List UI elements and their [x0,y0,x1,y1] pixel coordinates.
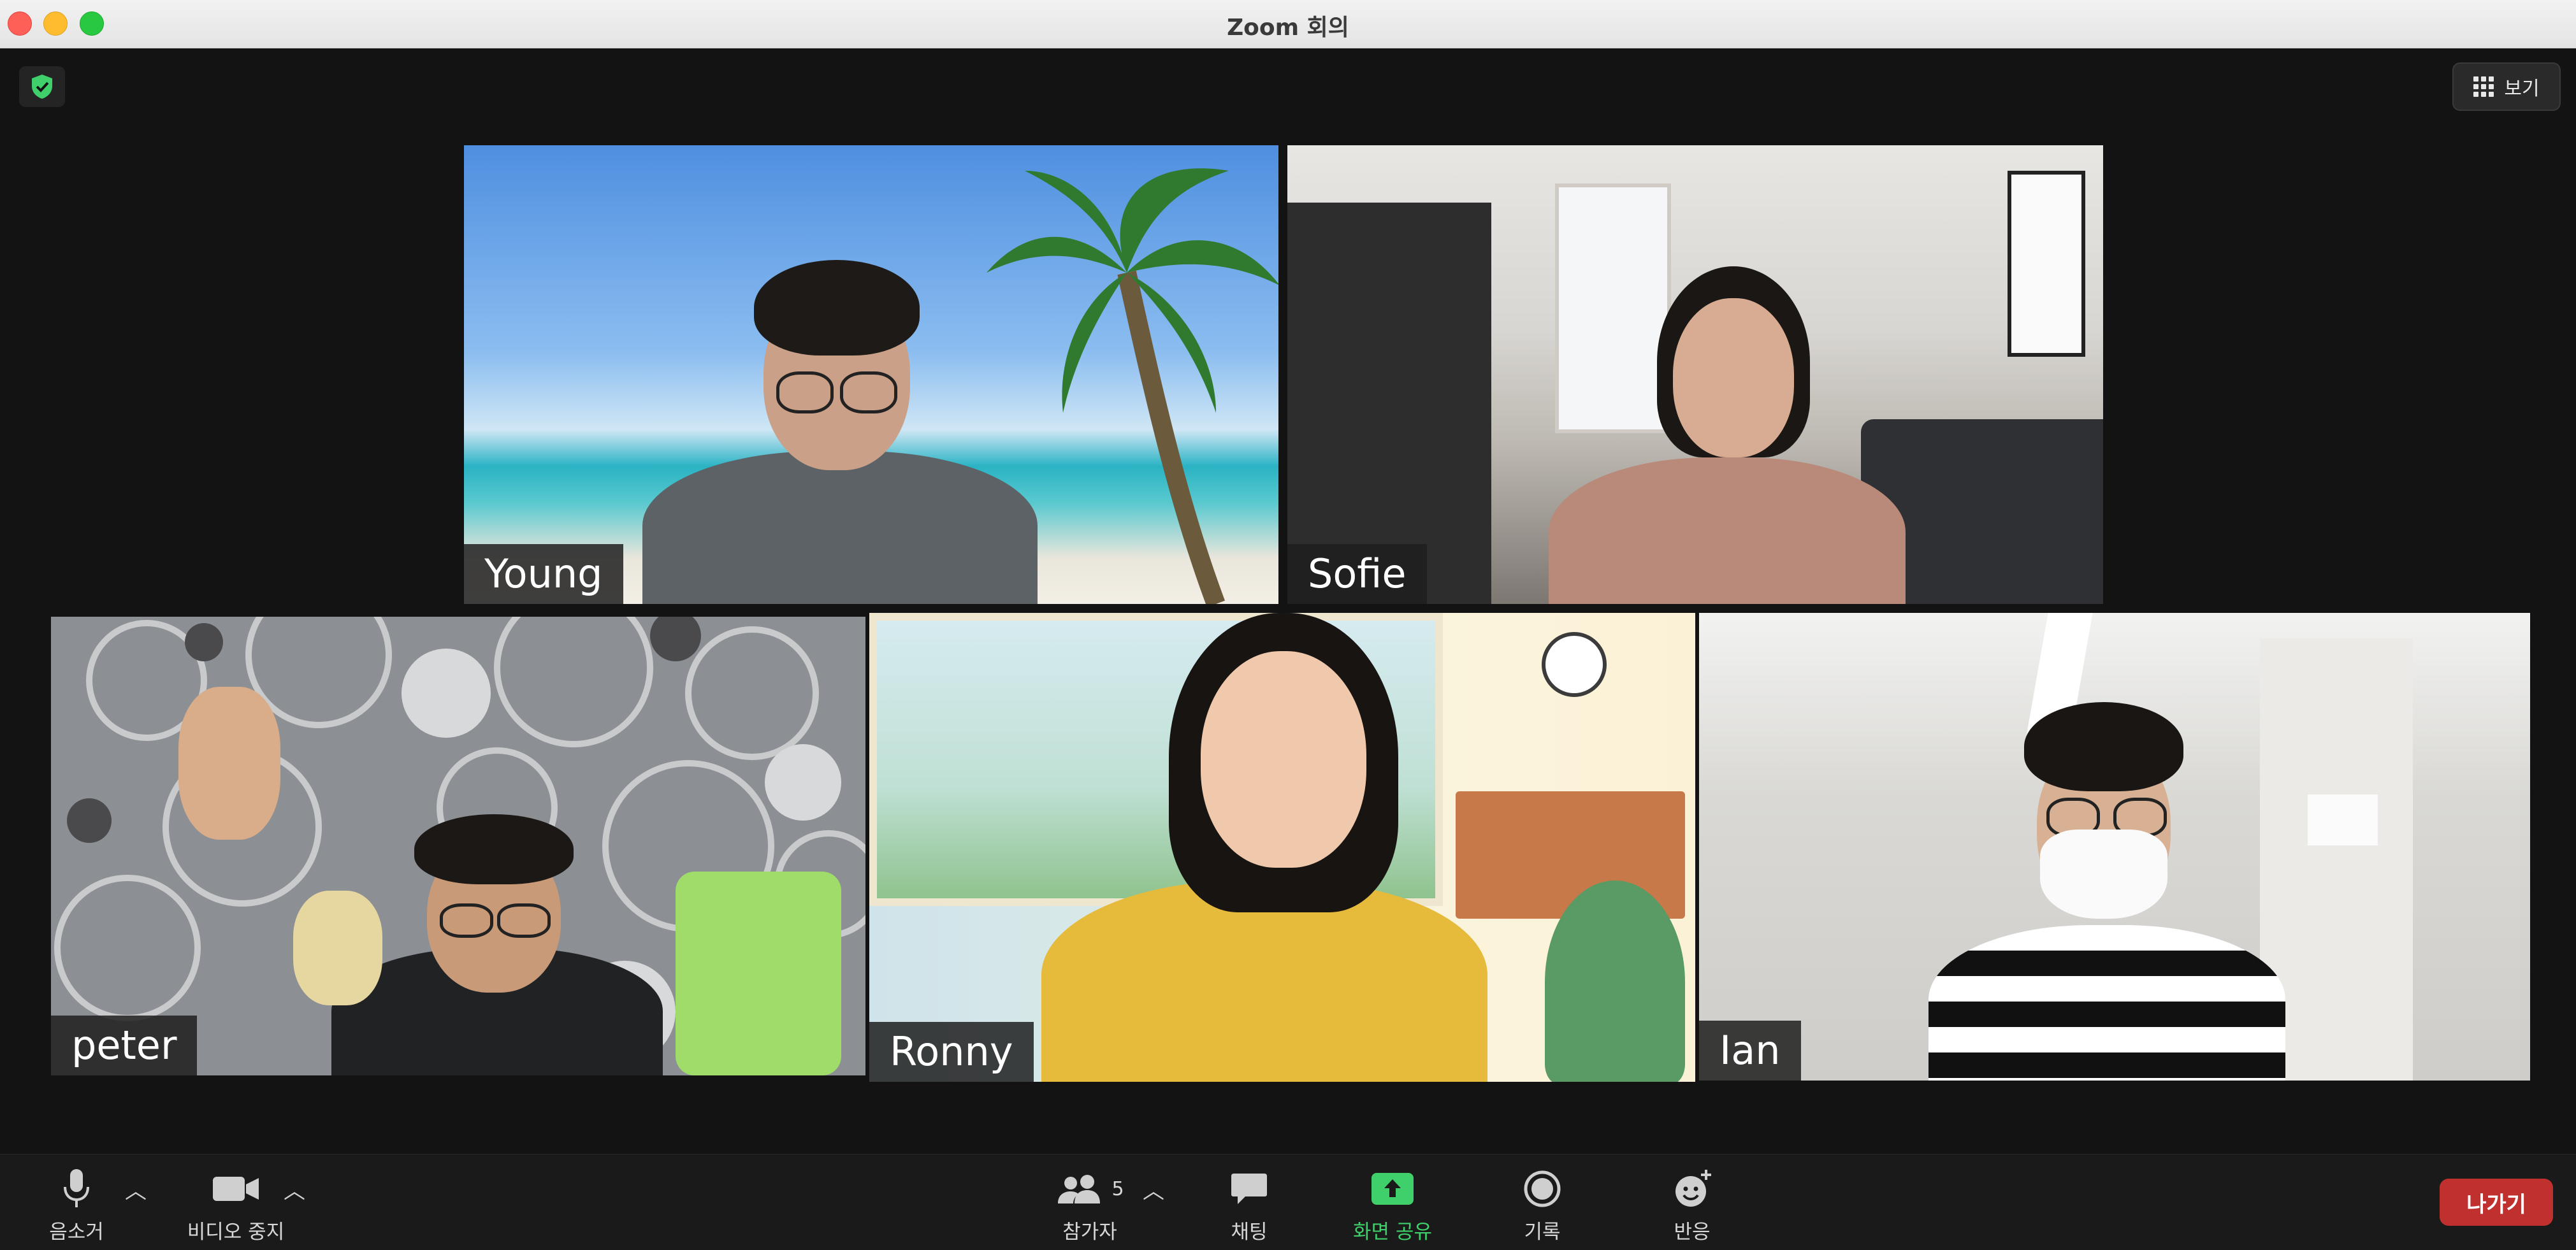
leave-meeting-button[interactable]: 나가기 [2440,1179,2553,1226]
wall-art-image [2008,171,2085,357]
reactions-button[interactable]: 반응 [1660,1166,1724,1244]
video-tile-sofie[interactable]: Sofie [1287,145,2103,604]
video-tile-ronny[interactable]: Ronny [869,613,1695,1082]
participant-name-label: Young [464,544,623,604]
grid-icon [2473,76,2494,97]
participants-button[interactable]: 5 참가자 [1045,1166,1134,1244]
meeting-toolbar [0,1154,2576,1250]
reaction-emoji-icon [1675,1170,1711,1207]
participants-options-caret-icon[interactable]: ︿ [1143,1174,1164,1205]
participant-name-label: peter [51,1016,198,1075]
record-icon [1524,1170,1561,1207]
green-chair-image [676,872,841,1075]
record-label: 기록 [1524,1221,1561,1244]
window-title: Zoom 회의 [1227,15,1349,41]
participant-young-video [630,241,1076,604]
participant-name-label: Ronny [869,1022,1034,1082]
video-options-caret-icon[interactable]: ︿ [284,1174,305,1205]
mute-button[interactable]: 음소거 [38,1166,115,1244]
share-screen-button[interactable]: 화면 공유 [1345,1166,1440,1244]
stop-video-button[interactable]: 비디오 중지 [182,1166,290,1244]
participant-name-label: Ian [1699,1021,1801,1081]
security-shield-icon[interactable] [19,66,65,107]
participant-name-label: Sofie [1287,544,1427,604]
participant-sofie-video [1530,266,1925,604]
video-tile-young[interactable]: Young [464,145,1278,604]
stop-video-label: 비디오 중지 [187,1221,285,1244]
participant-ronny-video [1016,613,1538,1082]
view-label: 보기 [2504,78,2540,100]
share-screen-label: 화면 공유 [1353,1221,1432,1244]
participants-icon [1058,1175,1101,1203]
participant-ian-video [1928,702,2285,1081]
title-bar: Zoom 회의 [0,0,2576,48]
reactions-label: 반응 [1674,1221,1711,1244]
share-screen-icon [1371,1173,1414,1205]
mute-label: 음소거 [49,1221,104,1244]
chat-bubble-icon [1231,1174,1267,1204]
face-mask-image [2040,830,2167,919]
microphone-icon [64,1169,89,1207]
video-tile-ian[interactable]: Ian [1699,613,2530,1081]
video-camera-icon [213,1177,259,1201]
notice-paper-image [2308,794,2378,845]
plant-image [1545,880,1685,1082]
record-button[interactable]: 기록 [1510,1166,1574,1244]
chat-button[interactable]: 채팅 [1214,1166,1284,1244]
participant-peter-video [178,680,663,1075]
view-layout-button[interactable]: 보기 [2452,62,2561,111]
wall-clock-image [1542,632,1607,697]
audio-options-caret-icon[interactable]: ︿ [125,1174,147,1205]
video-tile-peter[interactable]: peter [51,617,865,1075]
participants-count: 5 [1111,1177,1124,1200]
participants-label: 참가자 [1062,1221,1117,1244]
chat-label: 채팅 [1231,1221,1268,1244]
